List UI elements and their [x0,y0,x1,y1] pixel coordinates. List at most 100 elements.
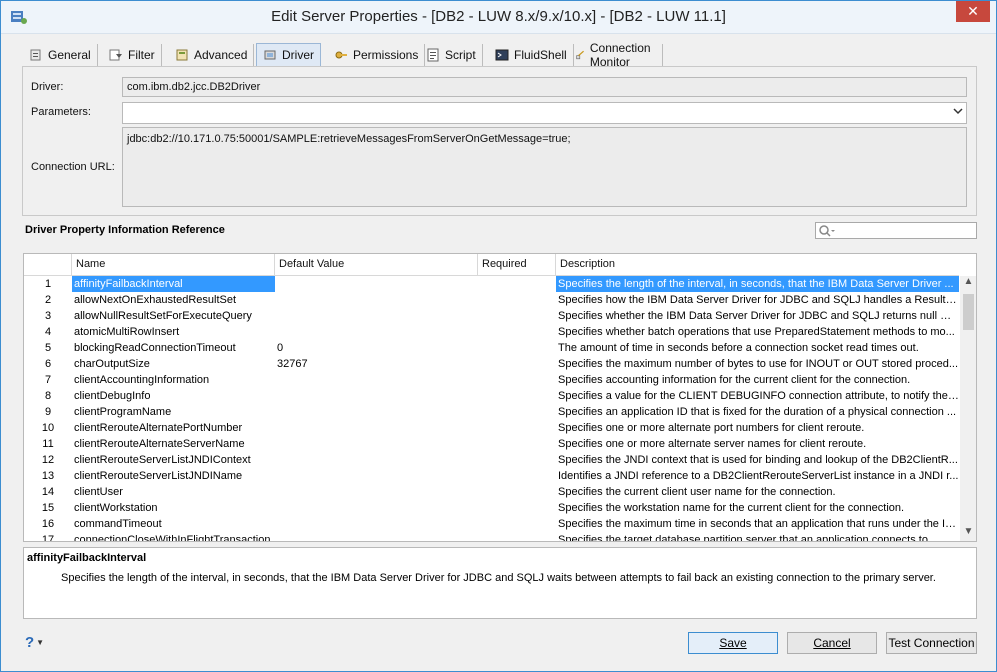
table-row[interactable]: 3 allowNullResultSetForExecuteQuery Specif… [24,308,959,324]
help-icon: ? [25,634,35,651]
search-input[interactable] [815,222,977,239]
row-number: 6 [44,358,52,370]
tab-driver[interactable]: Driver [256,43,321,66]
property-name-cell: clientUser [74,486,123,498]
row-number: 11 [42,438,54,450]
parameters-dropdown[interactable] [122,102,967,124]
default-value-cell: 32767 [277,358,308,370]
property-name-cell: clientWorkstation [74,502,158,514]
table-row[interactable]: 16 commandTimeout Specifies the maximum ti… [24,516,959,532]
filter-icon [109,49,122,61]
advanced-icon [176,49,188,61]
row-number: 5 [44,342,52,354]
test-connection-button[interactable]: Test Connection [886,632,977,654]
description-cell: Specifies a value for the CLIENT DEBUGIN… [558,390,959,402]
driver-label: Driver: [31,81,64,93]
tab-script[interactable]: Script [420,44,483,66]
row-number: 12 [41,454,55,466]
column-header-required[interactable]: Required [478,254,556,276]
scroll-down-icon[interactable]: ▼ [960,526,976,541]
property-name-cell: atomicMultiRowInsert [74,326,180,338]
property-name-cell: charOutputSize [74,358,150,370]
row-number: 10 [41,422,55,434]
row-number: 14 [41,486,55,498]
table-row[interactable]: 1 affinityFailbackInterval Specifies the l… [24,276,959,292]
row-number: 7 [44,374,52,386]
row-number: 4 [44,326,52,338]
tab-connection-monitor[interactable]: Connection Monitor [570,41,663,69]
column-header-name[interactable]: Name [72,254,275,276]
cancel-button-label: Cancel [813,636,851,650]
column-header-default-value[interactable]: Default Value [275,254,478,276]
column-header-description[interactable]: Description [556,254,959,276]
script-icon [427,48,439,62]
tab-connection-monitor-label: Connection Monitor [589,41,651,69]
table-row[interactable]: 5 blockingReadConnectionTimeout 0 The amoun… [24,340,959,356]
tab-advanced[interactable]: Advanced [169,44,255,66]
save-button[interactable]: Save [688,632,778,654]
table-row[interactable]: 6 charOutputSize 32767 Specifies the maximu… [24,356,959,372]
table-row[interactable]: 8 clientDebugInfo Specifies a value for th… [24,388,959,404]
tab-filter[interactable]: Filter [103,44,162,66]
table-row[interactable]: 12 clientRerouteServerListJNDIContext Spec… [24,452,959,468]
row-number: 1 [44,278,52,290]
default-value-cell: 0 [277,342,284,354]
scroll-up-icon[interactable]: ▲ [960,276,976,292]
description-cell: Specifies the length of the interval, in… [556,276,959,292]
description-cell: Specifies an application ID that is fixe… [558,406,957,418]
tab-permissions[interactable]: Permissions [328,44,426,66]
row-number: 17 [41,534,55,542]
tab-script-label: Script [445,48,476,62]
search-icon [818,224,836,241]
property-name-cell: clientRerouteServerListJNDIName [74,470,243,482]
table-row[interactable]: 9 clientProgramName Specifies an applicati… [24,404,959,420]
close-button[interactable]: ✕ [956,1,990,22]
table-row[interactable]: 14 clientUser Specifies the current client… [24,484,959,500]
property-name-cell: blockingReadConnectionTimeout [74,342,236,354]
table-row[interactable]: 4 atomicMultiRowInsert Specifies whether b… [24,324,959,340]
driver-settings-panel: Driver: com.ibm.db2.jcc.DB2Driver Parame… [22,66,977,216]
table-row[interactable]: 15 clientWorkstation Specifies the worksta… [24,500,959,516]
vertical-scrollbar[interactable]: ▲ ▼ [960,276,976,541]
permissions-icon [335,51,347,59]
scrollbar-thumb[interactable] [963,294,974,330]
description-cell: Specifies accounting information for the… [558,374,911,386]
tab-filter-label: Filter [128,48,155,62]
table-row[interactable]: 17 connectionCloseWithInFlightTransaction… [24,532,959,542]
row-number: 2 [44,294,52,306]
property-name-cell: allowNextOnExhaustedResultSet [74,294,237,306]
row-number: 16 [41,518,55,530]
driver-field[interactable]: com.ibm.db2.jcc.DB2Driver [122,77,967,97]
table-row[interactable]: 13 clientRerouteServerListJNDIName Identif… [24,468,959,484]
connection-url-field[interactable]: jdbc:db2://10.171.0.75:50001/SAMPLE:retr… [122,127,967,207]
row-number: 9 [44,406,52,418]
general-icon [30,49,41,61]
description-cell: Specifies the maximum number of bytes to… [558,358,959,370]
property-name-cell: allowNullResultSetForExecuteQuery [74,310,252,322]
description-cell: Specifies whether the IBM Data Server Dr… [558,310,959,322]
table-row[interactable]: 10 clientRerouteAlternatePortNumber Specif… [24,420,959,436]
help-button[interactable]: ? ▼ [25,634,44,651]
tab-general[interactable]: General [23,44,98,66]
connection-url-label: Connection URL: [31,161,115,173]
column-header-index [24,254,72,276]
table-row[interactable]: 2 allowNextOnExhaustedResultSet Specifies … [24,292,959,308]
tab-general-label: General [48,48,91,62]
fluidshell-icon [495,49,509,61]
chevron-down-icon [953,106,963,119]
tab-advanced-label: Advanced [194,48,248,62]
tab-fluidshell[interactable]: FluidShell [489,44,574,66]
row-number: 3 [44,310,52,322]
description-cell: Specifies one or more alternate port num… [558,422,865,434]
reference-title: Driver Property Information Reference [25,224,225,236]
table-row[interactable]: 7 clientAccountingInformation Specifies ac… [24,372,959,388]
title-bar: Edit Server Properties - [DB2 - LUW 8.x/… [1,1,996,34]
connection-monitor-icon [576,50,585,60]
driver-properties-table: Name Default Value Required Description … [23,253,977,542]
property-name-cell: commandTimeout [74,518,162,530]
table-row[interactable]: 11 clientRerouteAlternateServerName Specif… [24,436,959,452]
cancel-button[interactable]: Cancel [787,632,877,654]
description-text: Specifies the length of the interval, in… [61,572,936,584]
description-cell: Specifies one or more alternate server n… [558,438,867,450]
property-name-cell: affinityFailbackInterval [72,276,275,292]
